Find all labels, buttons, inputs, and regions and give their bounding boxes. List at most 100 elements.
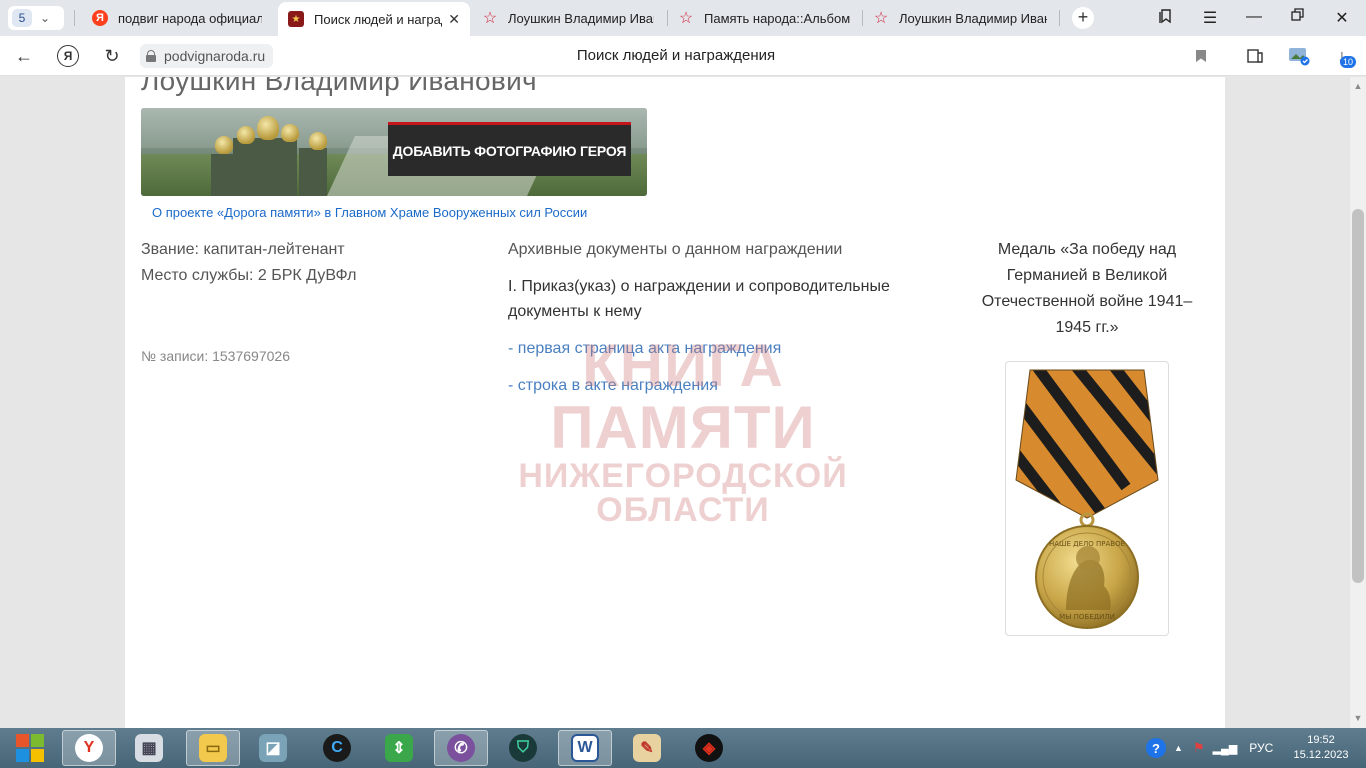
anydesk-icon: ◈ (695, 734, 723, 762)
ccleaner-icon: C (323, 734, 351, 762)
hero-info: Звание: капитан-лейтенант Место службы: … (141, 237, 356, 289)
yandex-browser-icon: Y (75, 734, 103, 762)
language-indicator[interactable]: РУС (1249, 741, 1273, 755)
address-bar: ← Я ↻ podvignaroda.ru Поиск людей и нагр… (0, 36, 1366, 76)
tab-title: Лоушкин Владимир Иван (508, 10, 654, 26)
rank-text: Звание: капитан-лейтенант (141, 241, 345, 258)
medal-inscription-bottom: МЫ ПОБЕДИЛИ (1059, 613, 1115, 621)
main-content: Лоушкин Владимир Иванович ДОБАВИТЬ ФОТОГ… (125, 77, 1225, 728)
medal-title: Медаль «За победу над Германией в Велико… (981, 241, 1193, 336)
tab-people-search[interactable]: ★ Поиск людей и наград ✕ (278, 2, 470, 36)
vpn-shield-icon: ⛉ (509, 734, 537, 762)
tab-separator (1059, 10, 1060, 26)
star-icon: ☆ (678, 10, 694, 27)
page-viewport: Лоушкин Владимир Иванович ДОБАВИТЬ ФОТОГ… (0, 77, 1350, 728)
cathedral-body (233, 138, 297, 196)
medal-picture: НАШЕ ДЕЛО ПРАВОЕ МЫ ПОБЕДИЛИ (1015, 369, 1159, 629)
system-clock[interactable]: 19:52 15.12.2023 (1290, 733, 1352, 763)
award-column: Медаль «За победу над Германией в Велико… (965, 237, 1209, 636)
project-link[interactable]: О проекте «Дорога памяти» в Главном Храм… (152, 205, 587, 220)
system-tray: ? ▲ ⚑ ▂▄▆ РУС (1146, 728, 1273, 768)
tab-title: подвиг народа официаль (118, 10, 262, 26)
record-number: № записи: 1537697026 (141, 348, 290, 364)
archive-documents: Архивные документы о данном награждении … (508, 237, 948, 396)
scrollbar-thumb[interactable] (1352, 209, 1364, 583)
award-act-first-page-link[interactable]: - первая страница акта награждения (508, 339, 948, 359)
image-extension-icon[interactable] (1287, 44, 1311, 68)
reader-icon[interactable] (1243, 44, 1267, 68)
taskbar-vpn[interactable]: ⛉ (496, 730, 550, 766)
tab-bar: 5 ⌄ Я подвиг народа официаль ★ Поиск люд… (0, 0, 1366, 36)
taskbar-paint[interactable]: ✎ (620, 730, 674, 766)
tab-loushkin-2[interactable]: ☆ Лоушкин Владимир Иван (863, 4, 1057, 32)
taskbar-sync-app[interactable]: ⇕ (372, 730, 426, 766)
hero-name: Лоушкин Владимир Иванович (141, 77, 537, 96)
clock-date: 15.12.2023 (1293, 749, 1349, 761)
tab-pamyat-naroda[interactable]: ☆ Память народа::Альбом у (668, 4, 860, 32)
new-tab-button[interactable]: + (1072, 7, 1094, 29)
help-icon[interactable]: ? (1146, 738, 1166, 758)
close-tab-icon[interactable]: ✕ (448, 11, 460, 28)
cathedral-tower (211, 154, 235, 196)
add-hero-photo-button[interactable]: ДОБАВИТЬ ФОТОГРАФИЮ ГЕРОЯ (388, 122, 631, 176)
award-order-heading: I. Приказ(указ) о награждении и сопровод… (508, 278, 890, 320)
restore-icon[interactable] (1288, 8, 1308, 27)
taskbar-ccleaner[interactable]: C (310, 730, 364, 766)
taskbar-photo-viewer[interactable]: ◪ (246, 730, 300, 766)
start-button[interactable] (3, 730, 57, 766)
scroll-down-icon[interactable]: ▼ (1350, 713, 1366, 723)
chevron-down-icon: ⌄ (40, 11, 51, 25)
add-photo-banner[interactable]: ДОБАВИТЬ ФОТОГРАФИЮ ГЕРОЯ (141, 108, 647, 196)
golden-dome (257, 116, 279, 140)
close-window-icon[interactable]: ✕ (1332, 8, 1352, 28)
star-icon: ☆ (482, 10, 498, 27)
tab-title: Лоушкин Владимир Иван (899, 10, 1047, 26)
paint-palette-icon: ✎ (633, 734, 661, 762)
sync-app-icon: ⇕ (385, 734, 413, 762)
photo-viewer-icon: ◪ (259, 734, 287, 762)
golden-dome (237, 126, 255, 144)
bookmark-icon[interactable] (1189, 44, 1213, 68)
tab-counter-button[interactable]: 5 ⌄ (8, 6, 64, 30)
network-error-icon[interactable]: ⚑ (1193, 740, 1205, 756)
collections-icon[interactable] (1156, 8, 1176, 29)
calculator-icon: ▦ (135, 734, 163, 762)
tab-loushkin-1[interactable]: ☆ Лоушкин Владимир Иван (472, 4, 664, 32)
windows-taskbar: Y ▦ ▭ ◪ C ⇕ ✆ ⛉ W ✎ ◈ ? ▲ ⚑ ▂▄▆ РУС 19:5… (0, 728, 1366, 768)
golden-dome (215, 136, 233, 154)
medal-favicon-icon: ★ (288, 11, 304, 27)
menu-icon[interactable]: ☰ (1200, 8, 1220, 28)
downloads-badge: 10 (1340, 56, 1357, 68)
signal-bars-icon[interactable]: ▂▄▆ (1213, 742, 1238, 755)
star-icon: ☆ (873, 10, 889, 27)
yandex-icon: Я (92, 10, 108, 26)
page-scrollbar[interactable]: ▲ ▼ (1350, 77, 1366, 728)
scroll-up-icon[interactable]: ▲ (1350, 81, 1366, 91)
minimize-icon[interactable]: — (1244, 8, 1264, 26)
tab-title: Поиск людей и наград (314, 11, 443, 27)
taskbar-explorer[interactable]: ▭ (186, 730, 240, 766)
award-act-line-link[interactable]: - строка в акте награждения (508, 376, 948, 396)
taskbar-viber[interactable]: ✆ (434, 730, 488, 766)
page-title: Поиск людей и награждения (576, 47, 776, 64)
clock-time: 19:52 (1307, 734, 1335, 746)
service-place-text: Место службы: 2 БРК ДуВФл (141, 267, 357, 284)
tab-separator (74, 10, 75, 26)
cathedral-tower (299, 148, 327, 196)
tab-podvig-search[interactable]: Я подвиг народа официаль (82, 4, 272, 32)
medal-image[interactable]: НАШЕ ДЕЛО ПРАВОЕ МЫ ПОБЕДИЛИ (1005, 361, 1169, 636)
word-icon: W (571, 734, 599, 762)
golden-dome (309, 132, 327, 150)
tab-count: 5 (12, 9, 32, 27)
taskbar-word[interactable]: W (558, 730, 612, 766)
golden-dome (281, 124, 299, 142)
taskbar-calculator[interactable]: ▦ (122, 730, 176, 766)
taskbar-anydesk[interactable]: ◈ (682, 730, 736, 766)
tray-expand-icon[interactable]: ▲ (1174, 743, 1183, 753)
medal-inscription-top: НАШЕ ДЕЛО ПРАВОЕ (1049, 540, 1125, 548)
watermark-line-2: НИЖЕГОРОДСКОЙ ОБЛАСТИ (518, 457, 848, 529)
tab-title: Память народа::Альбом у (704, 10, 850, 26)
taskbar-yandex-browser[interactable]: Y (62, 730, 116, 766)
folder-icon: ▭ (199, 734, 227, 762)
viber-icon: ✆ (447, 734, 475, 762)
